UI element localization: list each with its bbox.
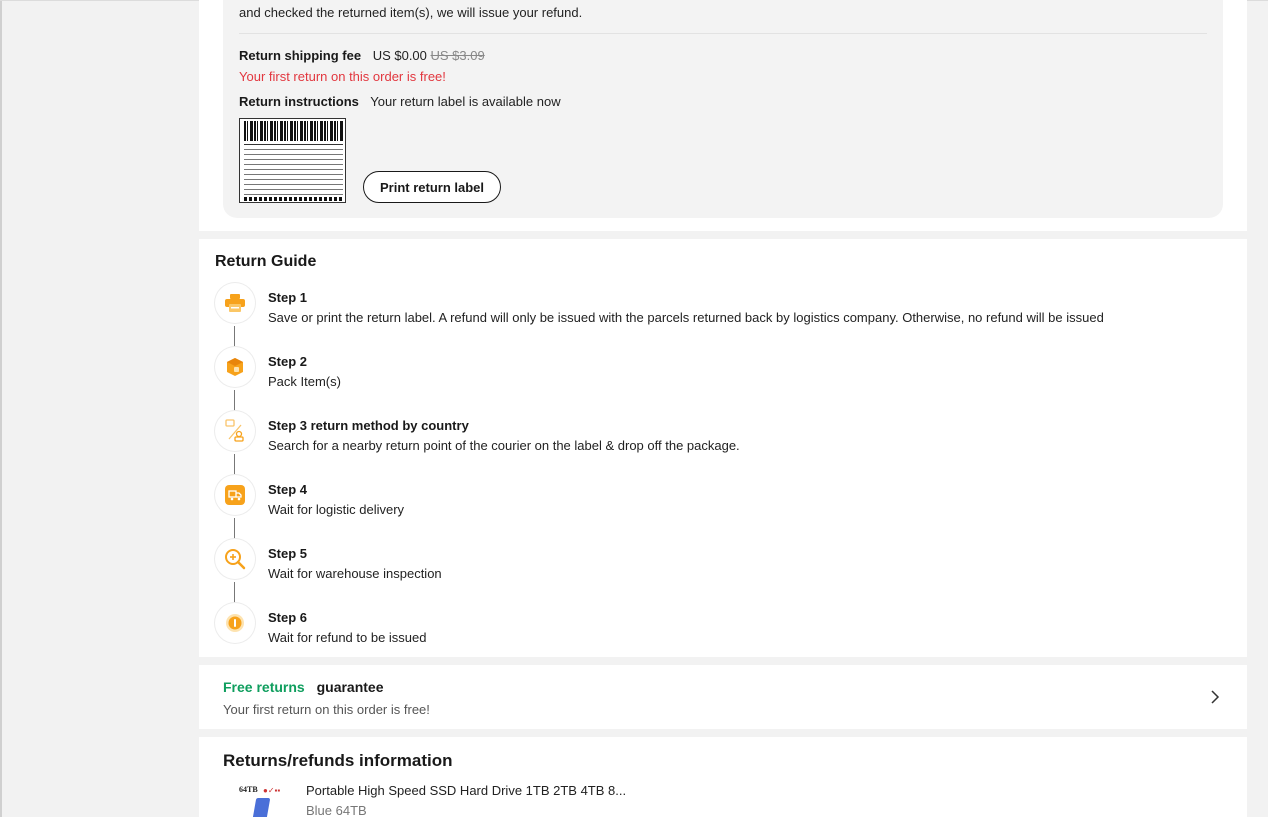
free-returns-subtitle: Your first return on this order is free! — [223, 702, 430, 717]
free-returns-guarantee-card[interactable]: Free returns guarantee Your first return… — [199, 665, 1247, 729]
shipping-fee-value: US $0.00 — [372, 48, 427, 63]
guide-step-1: Step 1 Save or print the return label. A… — [215, 283, 1225, 348]
product-thumbnail[interactable]: 64TB ●✓▪▪ — [235, 784, 297, 817]
step-title: Step 6 — [268, 610, 308, 625]
return-details-section: and checked the returned item(s), we wil… — [199, 0, 1247, 231]
free-returns-title: Free returns guarantee — [223, 679, 384, 695]
guide-step-2: Step 2 Pack Item(s) — [215, 347, 1225, 412]
return-label-thumbnail[interactable] — [239, 118, 346, 203]
ssd-drive-image — [251, 798, 271, 817]
step-connector — [234, 390, 235, 412]
step-description: Save or print the return label. A refund… — [268, 310, 1104, 325]
shipping-fee-label: Return shipping fee — [239, 48, 362, 63]
product-thumbnail-badges-icon: ●✓▪▪ — [263, 786, 281, 795]
free-returns-highlight: Free returns — [223, 679, 305, 695]
delivery-truck-icon — [215, 475, 255, 515]
step-title: Step 3 return method by country — [268, 418, 469, 433]
label-bottom-barcode — [244, 197, 343, 201]
inspection-magnifier-icon — [215, 539, 255, 579]
barcode-graphic — [244, 121, 343, 141]
return-guide-title: Return Guide — [215, 253, 317, 270]
instructions-value: Your return label is available now — [370, 94, 561, 109]
step-title: Step 1 — [268, 290, 308, 305]
step-title: Step 5 — [268, 546, 308, 561]
returns-refunds-title: Returns/refunds information — [223, 751, 453, 770]
step-connector — [234, 518, 235, 540]
guide-step-6: Step 6 Wait for refund to be issued — [215, 603, 1225, 653]
step-connector — [234, 454, 235, 476]
package-icon — [215, 347, 255, 387]
divider — [239, 33, 1207, 34]
chevron-right-icon[interactable] — [1205, 685, 1225, 709]
return-details-card: and checked the returned item(s), we wil… — [223, 0, 1223, 218]
page-left-edge — [0, 0, 2, 817]
drop-off-icon — [215, 411, 255, 451]
product-variant: Blue 64TB — [306, 803, 367, 817]
refund-coin-icon — [215, 603, 255, 643]
guide-step-4: Step 4 Wait for logistic delivery — [215, 475, 1225, 540]
refund-intro-text: and checked the returned item(s), we wil… — [239, 5, 583, 20]
free-returns-title-rest: guarantee — [316, 679, 384, 695]
return-shipping-fee-row: Return shipping fee US $0.00 US $3.09 — [239, 48, 485, 63]
step-description: Search for a nearby return point of the … — [268, 438, 740, 453]
guide-step-3: Step 3 return method by country Search f… — [215, 411, 1225, 476]
guide-step-5: Step 5 Wait for warehouse inspection — [215, 539, 1225, 604]
label-text-lines — [244, 144, 343, 200]
shipping-fee-original: US $3.09 — [430, 48, 485, 63]
step-connector — [234, 326, 235, 348]
product-thumbnail-text: 64TB — [239, 785, 258, 794]
step-description: Wait for warehouse inspection — [268, 566, 442, 581]
returns-refunds-info-section: Returns/refunds information 64TB ●✓▪▪ Po… — [199, 737, 1247, 817]
return-guide-section: Return Guide Step 1 Save or print the re… — [199, 239, 1247, 657]
free-return-note: Your first return on this order is free! — [239, 69, 446, 84]
step-title: Step 2 — [268, 354, 308, 369]
printer-icon — [215, 283, 255, 323]
step-description: Wait for logistic delivery — [268, 502, 405, 517]
step-description: Pack Item(s) — [268, 374, 341, 389]
return-instructions-row: Return instructions Your return label is… — [239, 94, 561, 109]
step-connector — [234, 582, 235, 604]
instructions-label: Return instructions — [239, 94, 359, 109]
product-name[interactable]: Portable High Speed SSD Hard Drive 1TB 2… — [306, 783, 626, 798]
step-description: Wait for refund to be issued — [268, 630, 427, 645]
step-title: Step 4 — [268, 482, 308, 497]
print-return-label-button[interactable]: Print return label — [363, 171, 501, 203]
